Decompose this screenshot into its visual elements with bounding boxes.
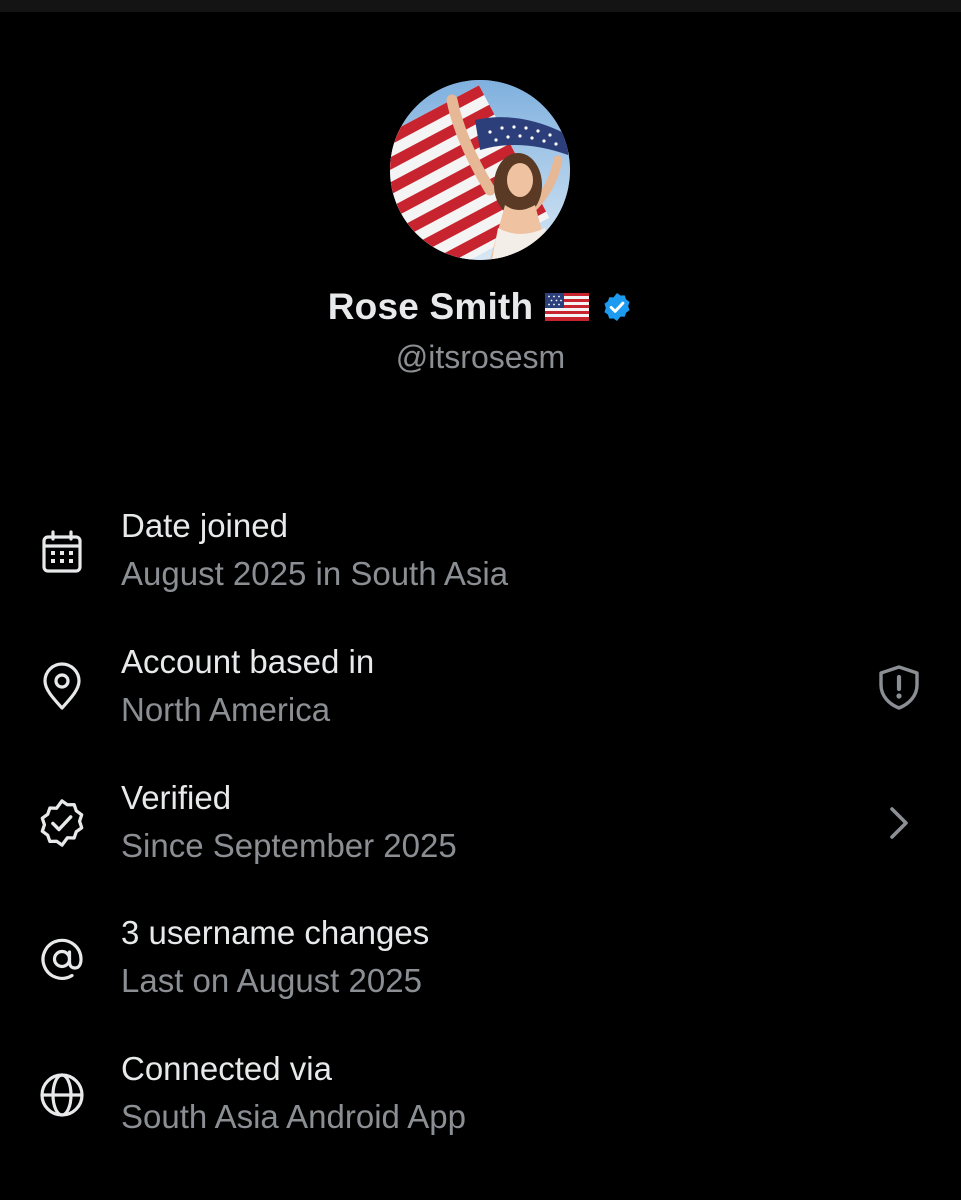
about-row-date-joined: Date joined August 2025 in South Asia bbox=[0, 505, 961, 605]
avatar-image bbox=[390, 80, 570, 260]
profile-avatar[interactable] bbox=[390, 80, 570, 260]
row-title: Verified bbox=[121, 779, 232, 816]
row-title: Account based in bbox=[121, 643, 375, 680]
verified-badge-outline-icon bbox=[36, 797, 88, 849]
profile-name-row: Rose Smith bbox=[0, 286, 961, 328]
verified-badge-icon[interactable] bbox=[601, 291, 633, 323]
display-name: Rose Smith bbox=[327, 286, 534, 327]
us-flag-icon bbox=[545, 293, 590, 321]
row-subtitle: Since September 2025 bbox=[121, 827, 457, 864]
about-row-verified[interactable]: Verified Since September 2025 bbox=[0, 777, 961, 877]
row-subtitle: South Asia Android App bbox=[121, 1098, 466, 1135]
row-subtitle: North America bbox=[121, 691, 331, 728]
chevron-right-icon[interactable] bbox=[873, 797, 925, 849]
row-title: Connected via bbox=[121, 1050, 332, 1087]
profile-handle: @itsrosesm bbox=[395, 339, 566, 375]
row-title: Date joined bbox=[121, 507, 288, 544]
status-bar-strip bbox=[0, 0, 961, 12]
row-subtitle: Last on August 2025 bbox=[121, 962, 422, 999]
at-sign-icon bbox=[36, 933, 88, 985]
row-title: 3 username changes bbox=[121, 914, 430, 951]
globe-icon bbox=[36, 1069, 88, 1121]
row-subtitle: August 2025 in South Asia bbox=[121, 555, 509, 592]
location-pin-icon bbox=[36, 661, 88, 713]
about-row-username-changes: 3 username changes Last on August 2025 bbox=[0, 912, 961, 1012]
calendar-icon bbox=[36, 527, 88, 579]
about-row-account-based-in: Account based in North America bbox=[0, 641, 961, 741]
shield-alert-icon[interactable] bbox=[873, 661, 925, 713]
about-row-connected-via: Connected via South Asia Android App bbox=[0, 1048, 961, 1148]
